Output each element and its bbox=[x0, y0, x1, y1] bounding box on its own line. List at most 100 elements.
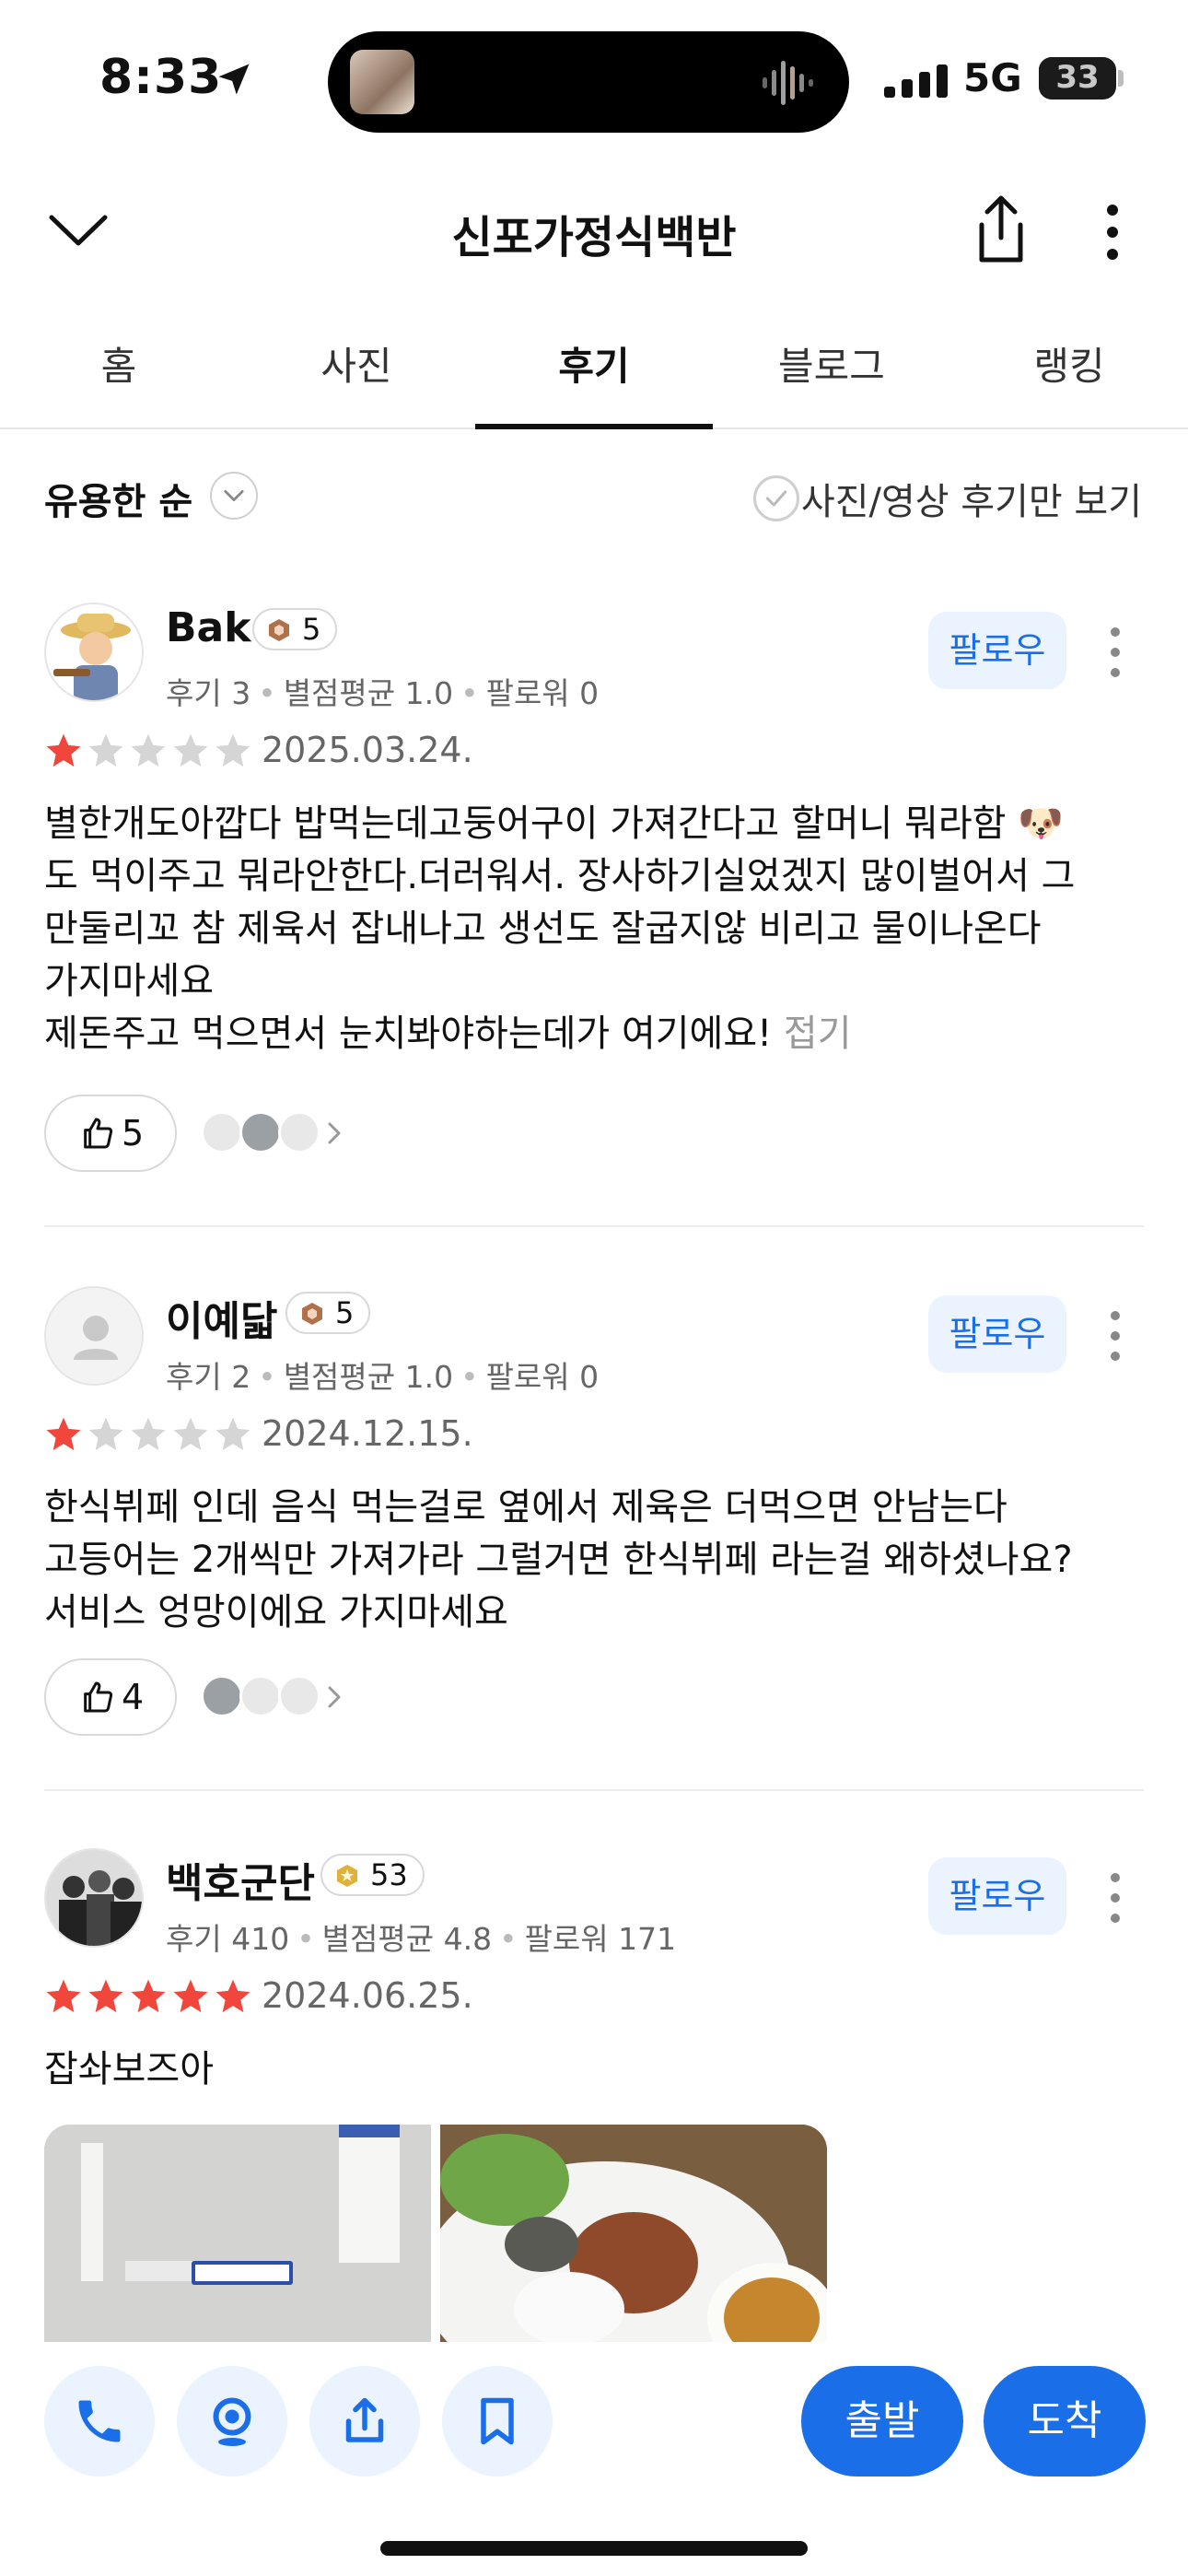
level-badge: 5 bbox=[285, 1292, 371, 1334]
review-count: 후기 410 bbox=[166, 1921, 290, 1957]
follow-button[interactable]: 팔로우 bbox=[928, 612, 1066, 689]
star-filled-icon bbox=[215, 1979, 250, 2013]
tab-ranking[interactable]: 랭킹 bbox=[950, 335, 1188, 392]
liker-avatar bbox=[239, 1675, 282, 1717]
battery-percent: 33 bbox=[1055, 59, 1100, 96]
group-photo-avatar-icon bbox=[46, 1850, 142, 1946]
review-count: 후기 2 bbox=[166, 1359, 251, 1395]
share-button[interactable] bbox=[309, 2366, 420, 2476]
cartoon-farmer-avatar-icon bbox=[46, 604, 142, 700]
status-time: 8:33 bbox=[99, 50, 223, 105]
thumbs-up-icon bbox=[84, 1681, 113, 1713]
sort-dropdown[interactable]: 유용한 순 bbox=[44, 472, 192, 525]
chevron-right-icon bbox=[328, 1122, 341, 1144]
avatar[interactable] bbox=[44, 603, 144, 702]
like-button[interactable]: 4 bbox=[44, 1658, 177, 1736]
star-filled-icon bbox=[173, 1979, 208, 2013]
reviewer-stats: 후기 3 • 별점평균 1.0 • 팔로워 0 bbox=[166, 675, 600, 711]
chevron-right-icon bbox=[328, 1686, 341, 1708]
level-number: 53 bbox=[370, 1857, 408, 1892]
collapse-link[interactable]: 접기 bbox=[784, 1013, 852, 1055]
avatar[interactable] bbox=[44, 1848, 144, 1948]
average-rating: 별점평균 1.0 bbox=[283, 675, 454, 711]
average-rating: 별점평균 4.8 bbox=[321, 1921, 493, 1957]
reviewer-name[interactable]: 이예닯 bbox=[166, 1288, 277, 1347]
tab-photos[interactable]: 사진 bbox=[238, 335, 475, 392]
review-count: 후기 3 bbox=[166, 675, 251, 711]
likers-avatars[interactable] bbox=[201, 1675, 348, 1721]
level-hexagon-icon bbox=[302, 1303, 322, 1325]
cellular-signal-icon bbox=[884, 64, 948, 98]
follow-button[interactable]: 팔로우 bbox=[928, 1857, 1066, 1935]
food-plate-photo bbox=[440, 2125, 827, 2355]
reviewer-name[interactable]: Bak bbox=[166, 604, 251, 651]
star-empty-icon bbox=[215, 1417, 250, 1451]
star-empty-icon bbox=[88, 733, 123, 767]
star-filled-icon bbox=[88, 1979, 123, 2013]
share-icon[interactable] bbox=[969, 193, 1033, 265]
liker-avatar bbox=[278, 1111, 320, 1153]
level-hexagon-icon bbox=[337, 1865, 357, 1887]
photo-review-filter[interactable]: 사진/영상 후기만 보기 bbox=[801, 472, 1142, 525]
level-hexagon-icon bbox=[269, 619, 289, 641]
star-filled-icon bbox=[131, 1979, 166, 2013]
tab-home[interactable]: 홈 bbox=[0, 335, 238, 392]
now-playing-artwork bbox=[350, 50, 414, 114]
bottom-action-bar: 출발 도착 bbox=[0, 2342, 1188, 2576]
liker-avatar bbox=[239, 1111, 282, 1153]
location-arrow-icon bbox=[218, 64, 250, 95]
likers-avatars[interactable] bbox=[201, 1111, 348, 1157]
arrive-button[interactable]: 도착 bbox=[984, 2366, 1146, 2476]
top-header: 신포가정식백반 bbox=[0, 175, 1188, 286]
reviewer-name[interactable]: 백호군단 bbox=[166, 1850, 315, 1909]
star-empty-icon bbox=[131, 1417, 166, 1451]
like-button[interactable]: 5 bbox=[44, 1095, 177, 1172]
divider bbox=[44, 1789, 1144, 1791]
default-user-icon bbox=[46, 1288, 142, 1384]
liker-avatar bbox=[278, 1675, 320, 1717]
more-options-icon[interactable] bbox=[1092, 203, 1133, 262]
star-filled-icon bbox=[46, 733, 81, 767]
depart-button[interactable]: 출발 bbox=[801, 2366, 963, 2476]
review-text: 잡솨보즈아 bbox=[44, 2048, 214, 2090]
chevron-down-icon[interactable] bbox=[210, 472, 258, 520]
call-button[interactable] bbox=[44, 2366, 155, 2476]
star-empty-icon bbox=[173, 733, 208, 767]
follower-count: 팔로워 171 bbox=[524, 1921, 677, 1957]
storefront-sign-photo bbox=[44, 2125, 431, 2355]
star-filled-icon bbox=[46, 1417, 81, 1451]
star-filled-icon bbox=[46, 1979, 81, 2013]
tab-reviews[interactable]: 후기 bbox=[475, 335, 713, 392]
average-rating: 별점평균 1.0 bbox=[283, 1359, 454, 1395]
streetview-button[interactable] bbox=[177, 2366, 287, 2476]
review-date: 2024.06.25. bbox=[262, 1975, 473, 2016]
review-photo[interactable] bbox=[440, 2125, 827, 2355]
more-options-icon[interactable] bbox=[1101, 625, 1129, 680]
save-button[interactable] bbox=[442, 2366, 553, 2476]
status-bar: 8:33 5G 33 bbox=[0, 0, 1188, 157]
home-indicator bbox=[380, 2541, 808, 2556]
review-date: 2024.12.15. bbox=[262, 1413, 473, 1454]
review-text: 별한개도아깝다 밥먹는데고둥어구이 가져간다고 할머니 뭐라함 🐶 도 먹이주고… bbox=[44, 798, 1149, 1060]
checkbox-circle-icon[interactable] bbox=[753, 475, 799, 521]
active-tab-indicator bbox=[475, 424, 713, 429]
review-body: 별한개도아깝다 밥먹는데고둥어구이 가져간다고 할머니 뭐라함 🐶 도 먹이주고… bbox=[44, 802, 1076, 1055]
star-empty-icon bbox=[215, 733, 250, 767]
share-icon bbox=[345, 2397, 384, 2442]
divider bbox=[44, 1225, 1144, 1227]
star-empty-icon bbox=[88, 1417, 123, 1451]
follow-button[interactable]: 팔로우 bbox=[928, 1295, 1066, 1373]
tab-blog[interactable]: 블로그 bbox=[713, 335, 950, 392]
avatar[interactable] bbox=[44, 1286, 144, 1386]
review-photos bbox=[44, 2125, 827, 2355]
dynamic-island[interactable] bbox=[328, 31, 849, 133]
thumbs-up-icon bbox=[84, 1118, 113, 1149]
bookmark-icon bbox=[481, 2397, 514, 2445]
level-number: 5 bbox=[335, 1295, 355, 1330]
tab-bar: 홈 사진 후기 블로그 랭킹 bbox=[0, 311, 1188, 429]
reviewer-stats: 후기 2 • 별점평균 1.0 • 팔로워 0 bbox=[166, 1359, 600, 1395]
phone-icon bbox=[78, 2400, 121, 2442]
more-options-icon[interactable] bbox=[1101, 1308, 1129, 1364]
review-photo[interactable] bbox=[44, 2125, 431, 2355]
more-options-icon[interactable] bbox=[1101, 1870, 1129, 1926]
